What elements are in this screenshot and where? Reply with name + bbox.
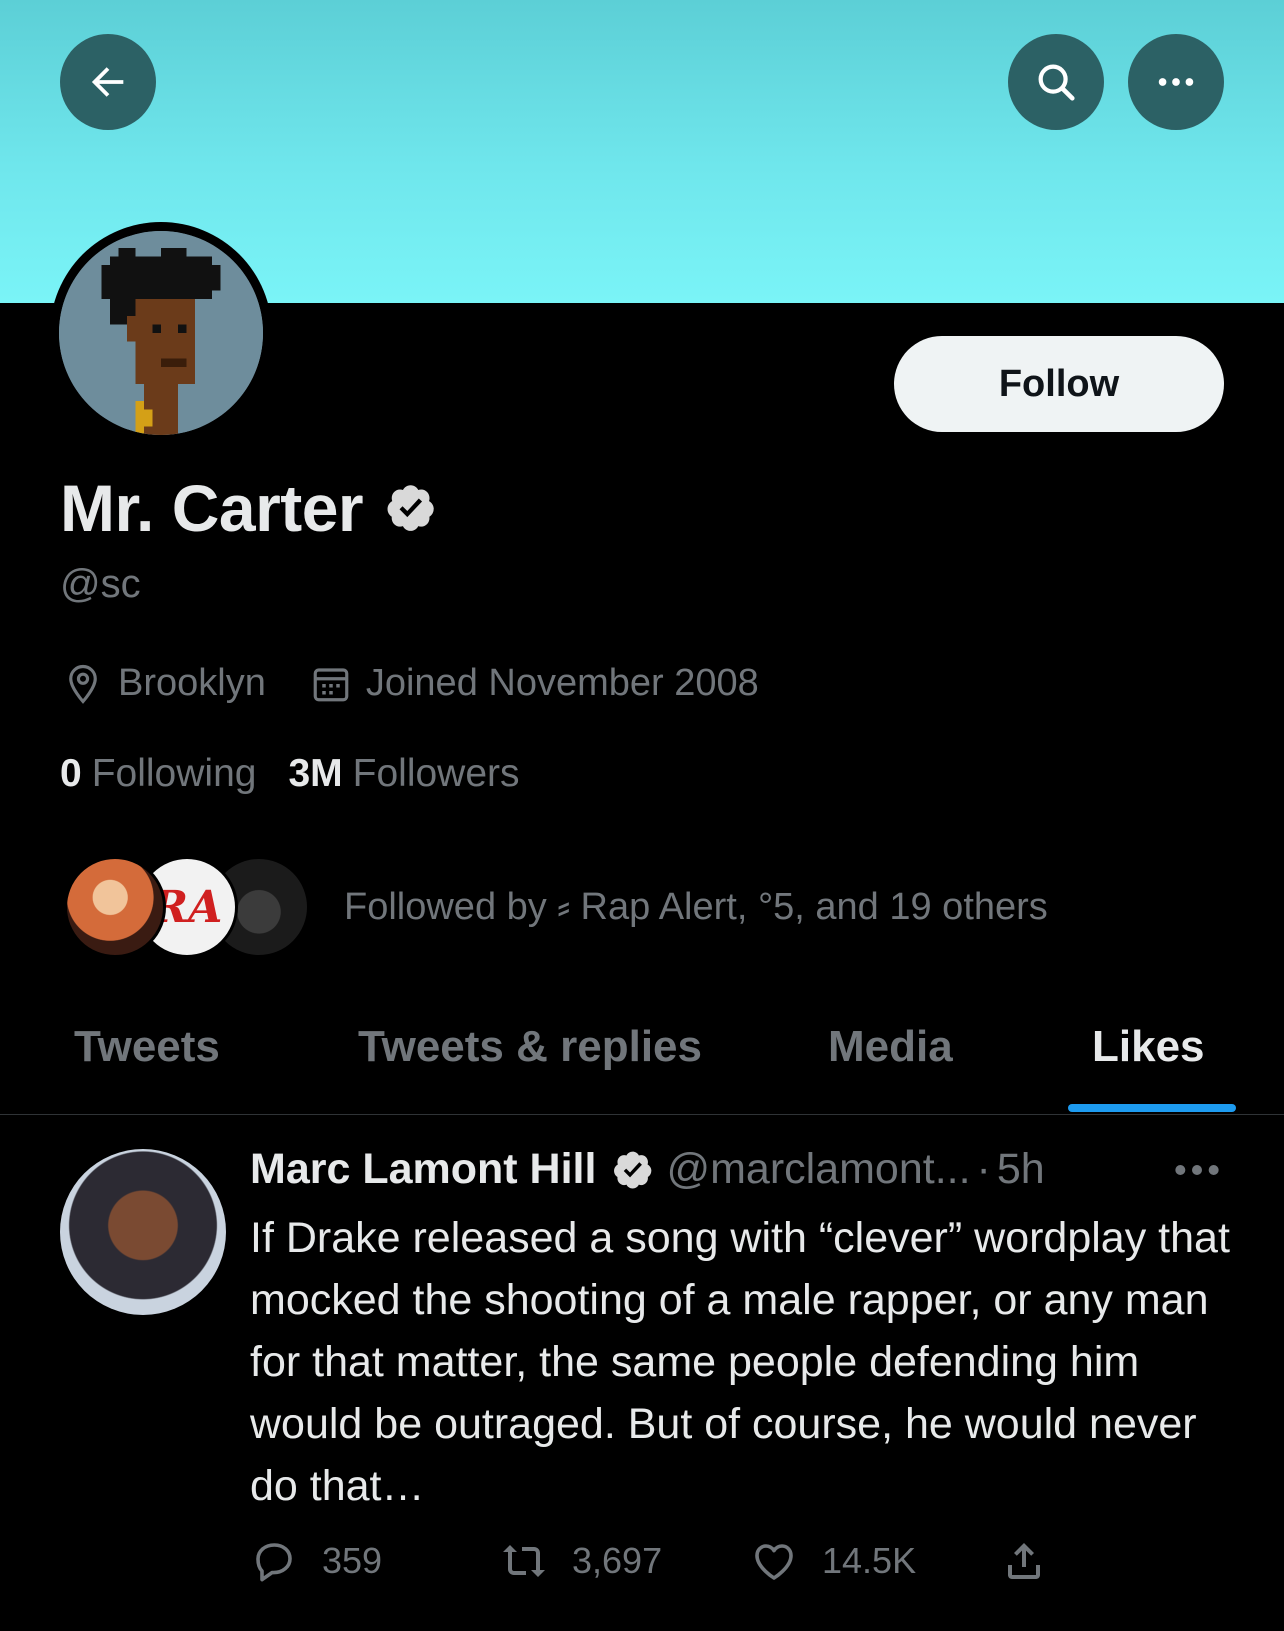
location-pin-icon (69, 664, 97, 704)
reply-count: 359 (322, 1540, 383, 1581)
profile-meta: Brooklyn Joined November 2008 (62, 662, 803, 705)
like-count: 14.5K (822, 1540, 917, 1581)
profile-tabs: Tweets Tweets & replies Media Likes (0, 1008, 1284, 1115)
tab-media[interactable]: Media (828, 1022, 953, 1072)
tweet[interactable]: Marc Lamont Hill @marclamont... · 5h If … (0, 1115, 1284, 1631)
ellipsis-icon (1158, 78, 1194, 86)
verified-badge-icon (614, 1151, 652, 1189)
profile-avatar-frame[interactable] (50, 222, 272, 444)
follow-counts: 0 Following 3M Followers (60, 752, 552, 796)
follow-button[interactable]: Follow (894, 336, 1224, 432)
tweet-actions: 359 3,697 14.5K (250, 1537, 1072, 1585)
reply-icon (256, 1543, 292, 1582)
share-button[interactable] (1000, 1537, 1072, 1585)
verified-badge-icon (387, 485, 434, 531)
calendar-icon (313, 667, 349, 701)
tweet-more-icon[interactable] (1172, 1155, 1222, 1185)
share-icon (1008, 1543, 1040, 1579)
following-count: 0 (60, 752, 82, 795)
tweet-author-handle[interactable]: @marclamont... (666, 1145, 970, 1194)
followers-count: 3M (288, 752, 343, 795)
retweet-button[interactable]: 3,697 (500, 1537, 750, 1585)
followed-by-row[interactable]: RA Followed by ⸗ Rap Alert, °5, and 19 o… (64, 856, 1048, 958)
tweet-timestamp[interactable]: 5h (997, 1145, 1045, 1194)
following-label: Following (91, 752, 257, 795)
followers-label: Followers (352, 752, 520, 795)
tab-tweets-replies[interactable]: Tweets & replies (358, 1022, 702, 1072)
followed-by-text: Followed by ⸗ Rap Alert, °5, and 19 othe… (344, 885, 1048, 928)
tweet-author-avatar[interactable] (60, 1149, 226, 1315)
followers-link[interactable]: 3M Followers (288, 752, 519, 796)
back-button[interactable] (60, 34, 156, 130)
tweet-header: Marc Lamont Hill @marclamont... · 5h (250, 1145, 1045, 1194)
retweet-icon (503, 1545, 545, 1577)
active-tab-indicator (1068, 1104, 1236, 1112)
retweet-count: 3,697 (572, 1540, 663, 1581)
location-text: Brooklyn (118, 662, 266, 704)
display-name: Mr. Carter (60, 471, 364, 545)
join-date: Joined November 2008 (310, 662, 759, 705)
like-button[interactable]: 14.5K (750, 1537, 1000, 1585)
profile-name-row: Mr. Carter (60, 470, 437, 546)
search-button[interactable] (1008, 34, 1104, 130)
tab-tweets[interactable]: Tweets (74, 1022, 220, 1072)
join-date-text: Joined November 2008 (365, 662, 759, 704)
tab-likes[interactable]: Likes (1092, 1022, 1205, 1072)
heart-icon (755, 1544, 793, 1580)
tweet-author-name[interactable]: Marc Lamont Hill (250, 1145, 596, 1194)
pixel-portrait-icon (59, 231, 263, 435)
more-options-button[interactable] (1128, 34, 1224, 130)
separator-dot: · (976, 1145, 991, 1193)
location: Brooklyn (62, 662, 266, 705)
following-link[interactable]: 0 Following (60, 752, 256, 796)
follower-avatar (64, 856, 166, 958)
tweet-text: If Drake released a song with “clever” w… (250, 1214, 1230, 1510)
avatar (59, 231, 263, 435)
profile-handle: @sc (60, 562, 141, 606)
reply-button[interactable]: 359 (250, 1537, 500, 1585)
search-icon (1038, 64, 1075, 101)
arrow-left-icon (91, 67, 124, 97)
